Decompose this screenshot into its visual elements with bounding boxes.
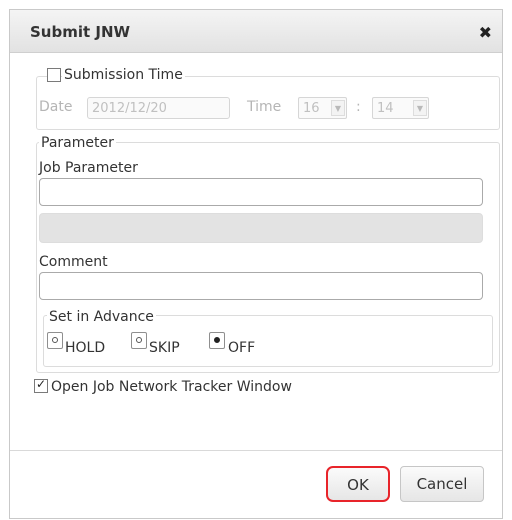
cancel-button[interactable]: Cancel xyxy=(400,466,484,502)
submission-time-legend: Submission Time xyxy=(62,67,185,83)
hour-value: 16 xyxy=(303,101,320,116)
close-icon[interactable]: ✖ xyxy=(479,23,492,42)
open-tracker-label[interactable]: Open Job Network Tracker Window xyxy=(51,379,292,395)
date-input[interactable]: 2012/12/20 xyxy=(87,97,230,119)
open-tracker-checkbox[interactable] xyxy=(34,377,48,393)
radio-skip[interactable] xyxy=(131,332,147,349)
ok-button[interactable]: OK xyxy=(326,466,390,502)
comment-input[interactable] xyxy=(39,272,483,300)
radio-off-label[interactable]: OFF xyxy=(228,340,255,356)
job-parameter-input[interactable] xyxy=(39,178,483,206)
chevron-down-icon: ▼ xyxy=(331,100,345,116)
parameter-legend: Parameter xyxy=(39,135,116,151)
radio-dot xyxy=(136,337,142,343)
job-parameter-label: Job Parameter xyxy=(39,160,138,176)
dialog-title: Submit JNW xyxy=(30,23,131,41)
set-in-advance-legend: Set in Advance xyxy=(47,309,156,325)
radio-dot xyxy=(52,337,58,343)
radio-hold[interactable] xyxy=(47,332,63,349)
time-label: Time xyxy=(247,99,282,115)
date-label: Date xyxy=(39,99,73,115)
submission-time-checkbox[interactable] xyxy=(47,68,61,82)
radio-hold-label[interactable]: HOLD xyxy=(65,340,105,356)
time-separator: : xyxy=(356,99,361,115)
minute-select[interactable]: 14 ▼ xyxy=(372,97,429,119)
submit-jnw-dialog: Submit JNW ✖ Submission Time Date 2012/1… xyxy=(9,9,503,519)
footer-divider xyxy=(10,450,502,451)
radio-off[interactable] xyxy=(209,332,225,349)
radio-dot xyxy=(214,337,220,343)
job-parameter-display xyxy=(39,213,483,243)
minute-value: 14 xyxy=(377,101,394,116)
chevron-down-icon: ▼ xyxy=(413,100,427,116)
hour-select[interactable]: 16 ▼ xyxy=(298,97,347,119)
dialog-titlebar[interactable]: Submit JNW ✖ xyxy=(10,10,502,53)
comment-label: Comment xyxy=(39,254,108,270)
radio-skip-label[interactable]: SKIP xyxy=(149,340,180,356)
